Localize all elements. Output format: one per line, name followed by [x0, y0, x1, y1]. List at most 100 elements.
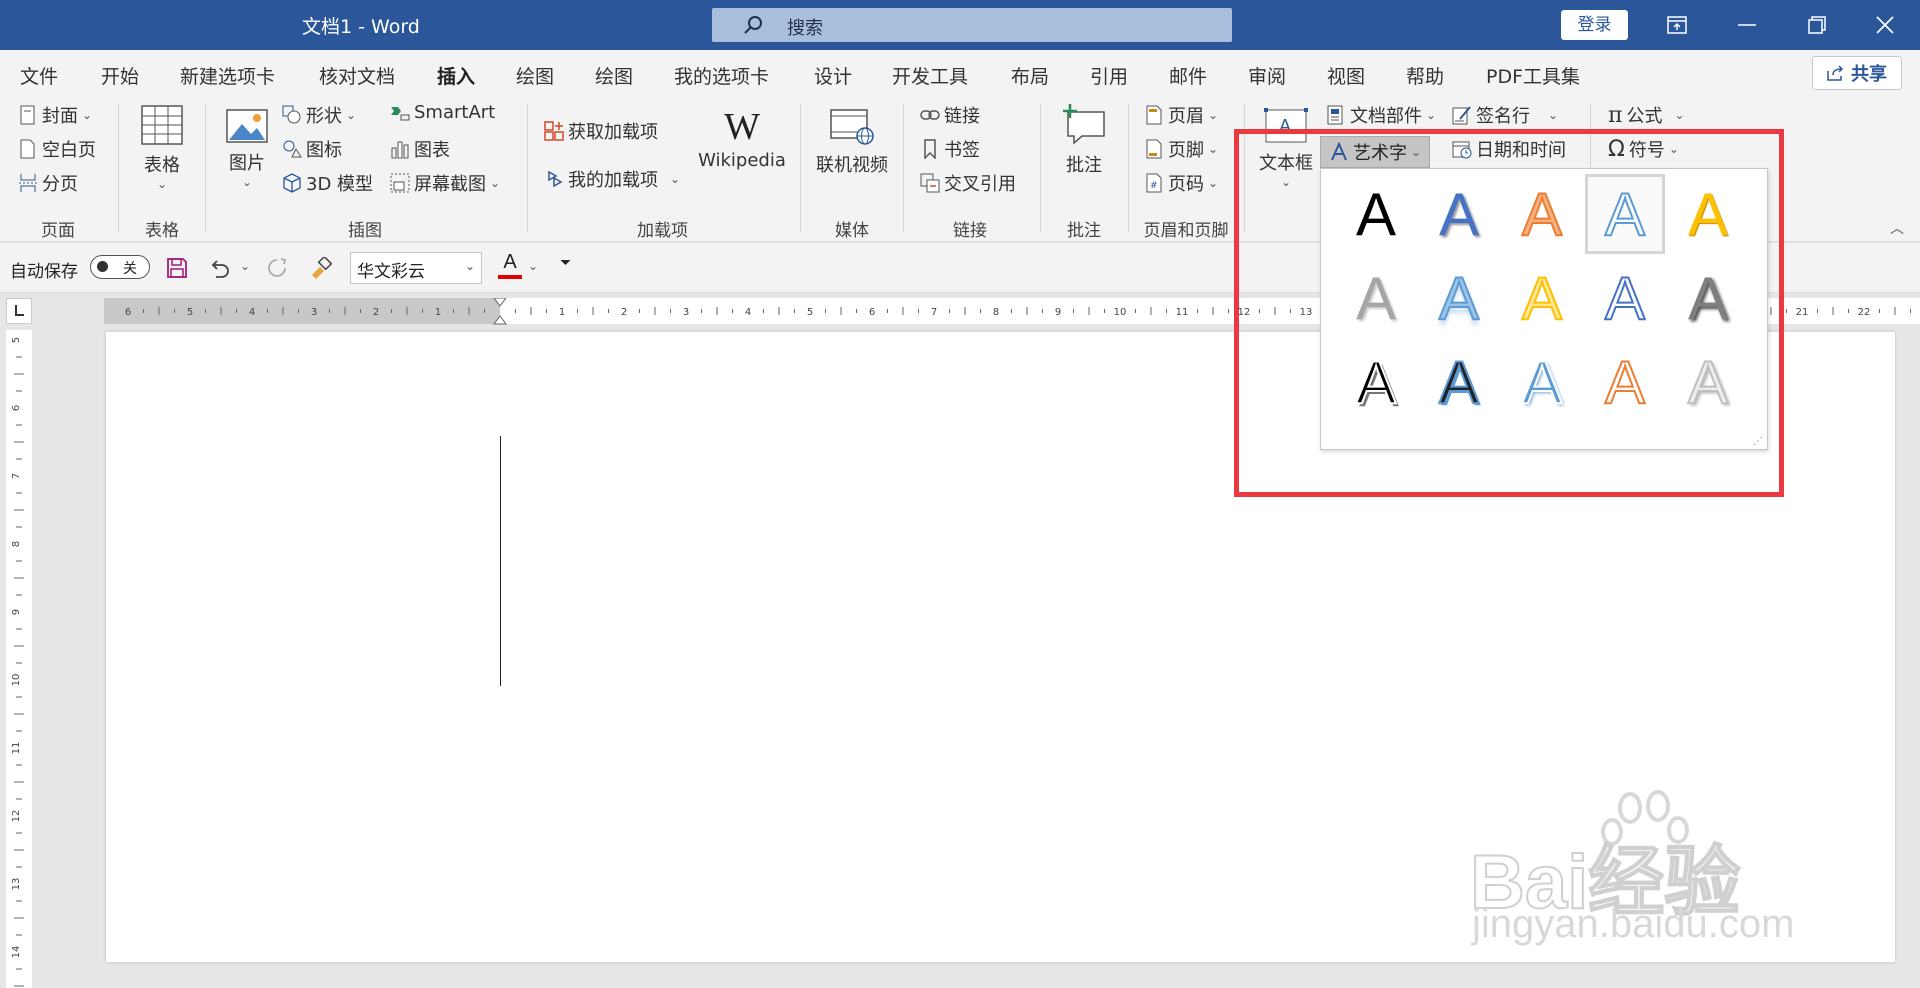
tab-review[interactable]: 审阅: [1248, 62, 1286, 89]
page-break-button[interactable]: 分页: [18, 170, 78, 196]
share-button[interactable]: 共享: [1812, 56, 1902, 90]
cross-reference-button[interactable]: 交叉引用: [920, 170, 1016, 196]
wordart-style-1[interactable]: A: [1336, 174, 1416, 254]
wikipedia-button[interactable]: W Wikipedia: [696, 108, 788, 171]
indent-marker-icon[interactable]: [493, 298, 507, 334]
wordart-style-7[interactable]: A: [1419, 258, 1499, 338]
footer-icon: [1146, 139, 1162, 159]
vertical-ruler[interactable]: 5 6 7 8 9 10 11 12 13 14: [6, 330, 32, 988]
comment-button[interactable]: 批注: [1056, 102, 1112, 177]
minimize-icon[interactable]: [1712, 0, 1782, 50]
tab-help[interactable]: 帮助: [1406, 62, 1444, 89]
wordart-style-10[interactable]: A: [1668, 258, 1748, 338]
tab-draw-2[interactable]: 绘图: [595, 62, 633, 89]
footer-button[interactable]: 页脚 ⌄: [1144, 136, 1218, 162]
autosave-toggle[interactable]: 关: [90, 255, 150, 279]
wordart-style-15[interactable]: A: [1668, 342, 1748, 422]
tab-home[interactable]: 开始: [101, 62, 139, 89]
cover-page-button[interactable]: 封面 ⌄: [18, 102, 92, 128]
tab-pdf-tools[interactable]: PDF工具集: [1486, 62, 1580, 89]
equation-button[interactable]: π 公式 ⌄: [1608, 102, 1685, 128]
chevron-down-icon[interactable]: ⌄: [528, 259, 538, 273]
tab-review-doc[interactable]: 核对文档: [319, 62, 395, 89]
blank-page-button[interactable]: 空白页: [18, 136, 96, 162]
wordart-style-11[interactable]: A: [1336, 342, 1416, 422]
tab-design[interactable]: 设计: [814, 62, 852, 89]
wordart-style-5[interactable]: A: [1668, 174, 1748, 254]
3d-model-label: 3D 模型: [306, 174, 374, 195]
share-icon: [1827, 65, 1844, 81]
tab-new-tab[interactable]: 新建选项卡: [180, 62, 275, 89]
icons-icon: [283, 140, 302, 158]
font-name-select[interactable]: 华文彩云 ⌄: [350, 252, 482, 284]
wordart-style-3[interactable]: A: [1502, 174, 1582, 254]
textbox-label: 文本框: [1259, 153, 1313, 174]
group-comments-label: 批注: [1067, 221, 1101, 241]
tab-my-tab[interactable]: 我的选项卡: [674, 62, 769, 89]
screenshot-button[interactable]: 屏幕截图 ⌄: [390, 170, 500, 196]
ruler-label: 12: [1238, 307, 1251, 318]
tab-selector[interactable]: [6, 298, 32, 324]
chevron-down-icon: ⌄: [82, 108, 93, 122]
wordart-sample-letter: A: [1604, 180, 1646, 249]
wordart-button[interactable]: 艺术字 ⌄: [1320, 136, 1430, 168]
wordart-style-6[interactable]: A: [1336, 258, 1416, 338]
undo-icon[interactable]: [208, 257, 230, 279]
wordart-sample-letter: A: [1687, 264, 1729, 332]
tab-view[interactable]: 视图: [1327, 62, 1365, 89]
table-button[interactable]: 表格 ⌄: [138, 104, 186, 191]
format-painter-icon[interactable]: [308, 257, 332, 279]
chevron-down-icon[interactable]: ⌄: [240, 259, 250, 273]
online-video-icon: [830, 109, 874, 145]
font-color-button[interactable]: A: [498, 251, 522, 281]
picture-label: 图片: [229, 153, 265, 174]
page-number-button[interactable]: # 页码 ⌄: [1144, 170, 1218, 196]
smartart-button[interactable]: SmartArt: [390, 102, 495, 123]
resize-grip-icon[interactable]: ⋰: [1753, 436, 1763, 447]
wordart-style-13[interactable]: A: [1502, 342, 1582, 422]
wordart-style-9[interactable]: A: [1585, 258, 1665, 338]
tab-mailings[interactable]: 邮件: [1169, 62, 1207, 89]
tab-references[interactable]: 引用: [1090, 62, 1128, 89]
my-addins-button[interactable]: 我的加载项 ⌄: [544, 166, 680, 192]
bookmark-button[interactable]: 书签: [920, 136, 980, 162]
customize-toolbar-icon[interactable]: ⏷: [560, 255, 571, 271]
login-button[interactable]: 登录: [1561, 10, 1628, 40]
online-video-button[interactable]: 联机视频: [812, 108, 892, 177]
ruler-label: 2: [373, 307, 379, 318]
shapes-button[interactable]: 形状 ⌄: [282, 102, 356, 128]
redo-icon[interactable]: [266, 257, 288, 279]
restore-icon[interactable]: [1782, 0, 1852, 50]
picture-button[interactable]: 图片 ⌄: [224, 108, 270, 189]
wordart-style-4[interactable]: A: [1585, 174, 1665, 254]
icons-button[interactable]: 图标: [282, 136, 342, 162]
wordart-style-14[interactable]: A: [1585, 342, 1665, 422]
tab-insert[interactable]: 插入: [437, 62, 476, 97]
screenshot-label: 屏幕截图: [414, 174, 486, 195]
signature-line-button[interactable]: 签名行 ⌄: [1452, 102, 1558, 128]
tab-draw-1[interactable]: 绘图: [516, 62, 554, 89]
tab-developer[interactable]: 开发工具: [892, 62, 968, 89]
separator: [118, 104, 119, 232]
symbol-button[interactable]: Ω 符号 ⌄: [1608, 136, 1679, 162]
tab-file[interactable]: 文件: [20, 62, 58, 89]
wordart-style-8[interactable]: A: [1502, 258, 1582, 338]
chart-icon: [391, 141, 409, 159]
textbox-button[interactable]: A 文本框 ⌄: [1256, 108, 1316, 189]
collapse-ribbon-icon[interactable]: ︿: [1890, 218, 1904, 238]
save-icon[interactable]: [166, 257, 188, 279]
wordart-style-2[interactable]: A: [1419, 174, 1499, 254]
search-box[interactable]: 搜索: [712, 8, 1232, 42]
close-icon[interactable]: [1850, 0, 1920, 50]
symbol-label: 符号: [1628, 140, 1665, 161]
header-button[interactable]: 页眉 ⌄: [1144, 102, 1218, 128]
tab-layout[interactable]: 布局: [1011, 62, 1049, 89]
ribbon-display-options-icon[interactable]: [1642, 0, 1712, 50]
wordart-style-12[interactable]: A: [1419, 342, 1499, 422]
date-time-button[interactable]: 日期和时间: [1452, 136, 1566, 162]
get-addins-button[interactable]: 获取加载项: [544, 118, 658, 144]
link-button[interactable]: 链接: [920, 102, 980, 128]
quick-parts-button[interactable]: 文档部件 ⌄: [1326, 102, 1436, 128]
3d-model-button[interactable]: 3D 模型: [282, 170, 373, 196]
chart-button[interactable]: 图表: [390, 136, 450, 162]
